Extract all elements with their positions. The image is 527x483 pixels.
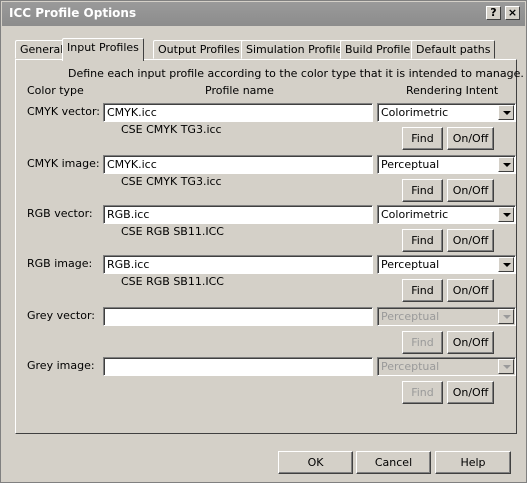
rendering-intent-select[interactable]: Colorimetric: [377, 205, 516, 224]
find-button: Find: [402, 331, 443, 354]
row-label: CMYK image:: [27, 157, 100, 170]
on-off-button[interactable]: On/Off: [447, 179, 494, 202]
profile-name-input[interactable]: CMYK.icc: [103, 155, 373, 174]
rendering-intent-value: Colorimetric: [381, 106, 449, 119]
rendering-intent-select[interactable]: Colorimetric: [377, 103, 516, 122]
rendering-intent-select[interactable]: Perceptual: [377, 155, 516, 174]
on-off-button[interactable]: On/Off: [447, 331, 494, 354]
profile-name-input[interactable]: RGB.icc: [103, 255, 373, 274]
resolved-profile-name: CSE CMYK TG3.icc: [121, 123, 222, 136]
rendering-intent-value: Perceptual: [381, 258, 440, 271]
rendering-intent-select[interactable]: Perceptual: [377, 255, 516, 274]
on-off-button[interactable]: On/Off: [447, 127, 494, 150]
rendering-intent-value: Colorimetric: [381, 208, 449, 221]
rendering-intent-value: Perceptual: [381, 360, 440, 373]
row-label: RGB image:: [27, 257, 93, 270]
tab-input-profiles[interactable]: Input Profiles: [62, 38, 144, 61]
close-button[interactable]: ×: [505, 6, 520, 20]
column-header-profile-name: Profile name: [205, 84, 274, 97]
chevron-down-icon[interactable]: [498, 105, 514, 120]
resolved-profile-name: CSE CMYK TG3.icc: [121, 175, 222, 188]
row-label: RGB vector:: [27, 207, 93, 220]
chevron-down-icon[interactable]: [498, 207, 514, 222]
chevron-down-icon[interactable]: [498, 257, 514, 272]
tab-output-profiles[interactable]: Output Profiles: [153, 40, 245, 59]
find-button[interactable]: Find: [402, 229, 443, 252]
tab-simulation-profile[interactable]: Simulation Profile: [241, 40, 348, 59]
panel-description: Define each input profile according to t…: [68, 67, 524, 80]
resolved-profile-name: CSE RGB SB11.ICC: [121, 275, 224, 288]
tab-default-paths[interactable]: Default paths: [411, 40, 496, 59]
icc-profile-options-dialog: ICC Profile Options ? × General Input Pr…: [0, 0, 527, 483]
ok-button[interactable]: OK: [278, 451, 353, 474]
row-label: Grey vector:: [27, 309, 95, 322]
on-off-button[interactable]: On/Off: [447, 381, 494, 404]
tab-general[interactable]: General: [15, 40, 69, 59]
context-help-button[interactable]: ?: [486, 6, 501, 20]
on-off-button[interactable]: On/Off: [447, 279, 494, 302]
find-button[interactable]: Find: [402, 127, 443, 150]
column-header-rendering-intent: Rendering Intent: [406, 84, 499, 97]
row-label: Grey image:: [27, 359, 95, 372]
chevron-down-icon[interactable]: [498, 157, 514, 172]
profile-name-input[interactable]: CMYK.icc: [103, 103, 373, 122]
help-button[interactable]: Help: [435, 451, 511, 474]
title-bar: ICC Profile Options ? ×: [2, 2, 525, 26]
profile-name-input[interactable]: RGB.icc: [103, 205, 373, 224]
chevron-down-icon: [498, 309, 514, 324]
resolved-profile-name: CSE RGB SB11.ICC: [121, 225, 224, 238]
on-off-button[interactable]: On/Off: [447, 229, 494, 252]
rendering-intent-select: Perceptual: [377, 357, 516, 376]
find-button[interactable]: Find: [402, 179, 443, 202]
profile-name-input[interactable]: [103, 357, 373, 376]
find-button: Find: [402, 381, 443, 404]
cancel-button[interactable]: Cancel: [356, 451, 431, 474]
tab-build-profile[interactable]: Build Profile: [340, 40, 416, 59]
find-button[interactable]: Find: [402, 279, 443, 302]
chevron-down-icon: [498, 359, 514, 374]
profile-name-input[interactable]: [103, 307, 373, 326]
rendering-intent-value: Perceptual: [381, 310, 440, 323]
row-label: CMYK vector:: [27, 105, 101, 118]
rendering-intent-select: Perceptual: [377, 307, 516, 326]
column-header-color-type: Color type: [27, 84, 84, 97]
window-title: ICC Profile Options: [9, 6, 137, 20]
rendering-intent-value: Perceptual: [381, 158, 440, 171]
